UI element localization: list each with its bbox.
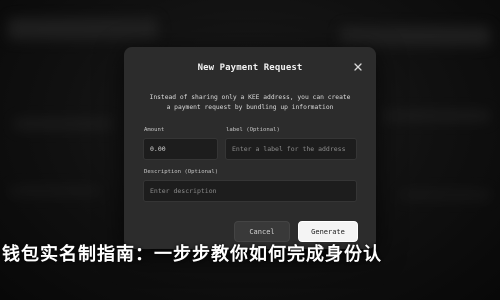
blurred-background-element: [340, 26, 490, 46]
label-field-label: label (Optional): [226, 127, 280, 133]
description-line: a payment request by bundling up informa…: [166, 104, 334, 111]
amount-input[interactable]: [143, 138, 218, 160]
payment-request-modal: New Payment Request Instead of sharing o…: [124, 47, 376, 249]
blurred-background-element: [14, 118, 114, 130]
description-field-label: Description (Optional): [144, 169, 219, 175]
blurred-background-element: [380, 110, 490, 122]
close-icon: [354, 63, 362, 71]
description-line: Instead of sharing only a KEE address, y…: [149, 94, 351, 101]
blurred-background-element: [400, 190, 490, 200]
blurred-background-element: [8, 18, 158, 40]
blurred-background-element: [10, 186, 100, 196]
amount-label: Amount: [144, 127, 165, 133]
label-input[interactable]: [225, 138, 357, 160]
close-button[interactable]: [352, 61, 364, 73]
generate-button[interactable]: Generate: [298, 221, 358, 242]
description-input[interactable]: [143, 180, 357, 202]
modal-description: Instead of sharing only a KEE address, y…: [138, 93, 362, 113]
modal-title: New Payment Request: [197, 63, 303, 73]
overlay-banner-text: 钱包实名制指南：一步步教你如何完成身份认: [2, 244, 382, 265]
cancel-button[interactable]: Cancel: [234, 221, 290, 242]
